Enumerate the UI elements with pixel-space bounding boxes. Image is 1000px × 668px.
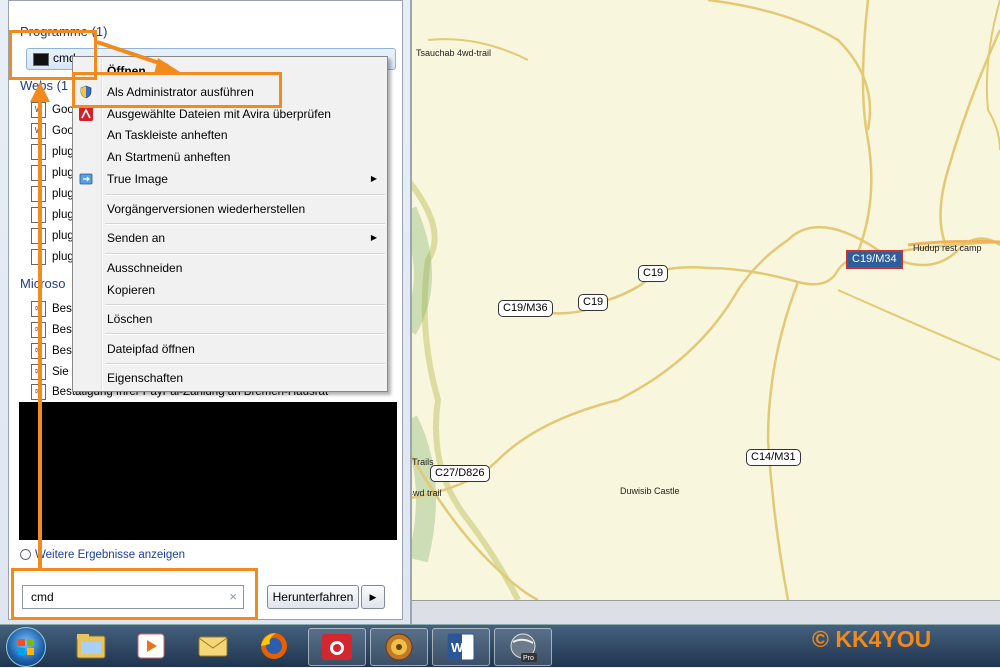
place-hudup-rest-camp: Hudup rest camp [913, 243, 982, 253]
annotation-arrows [30, 40, 180, 570]
road-label-c14-m31: C14/M31 [746, 449, 801, 466]
media-player-icon [137, 633, 165, 659]
pro-badge: Pro [523, 655, 534, 662]
file-explorer-icon [76, 634, 106, 659]
place-4wd-trail: 4wd trail [408, 488, 442, 498]
map-status-bar [408, 600, 1000, 625]
submenu-arrow-icon: ▶ [370, 233, 377, 242]
road-label-c19-m36: C19/M36 [498, 300, 553, 317]
shutdown-options-button[interactable]: ▶ [361, 585, 385, 609]
camera-app-icon [322, 634, 352, 660]
firefox-icon [261, 633, 287, 659]
road-label-c19-m34: C19/M34 [846, 250, 903, 269]
map-roads [408, 0, 1000, 600]
submenu-arrow-icon: ▶ [370, 174, 377, 183]
taskbar-firefox-button[interactable] [246, 628, 302, 664]
road-label-c19: C19 [638, 265, 669, 282]
watermark: © KK4YOU [812, 626, 932, 652]
place-trails: Trails [412, 457, 434, 467]
place-duwisib-castle: Duwisib Castle [620, 486, 680, 496]
taskbar-mail-button[interactable] [185, 628, 241, 664]
map-view[interactable]: C19/M34 C19 C19/M36 C19 C27/D826 C14/M31… [408, 0, 1000, 600]
road-label-c27-d826: C27/D826 [430, 465, 490, 482]
mail-icon [198, 636, 228, 657]
word-icon: W [447, 633, 475, 661]
place-tsauchab: Tsauchab 4wd-trail [416, 48, 492, 58]
road-label-c19-2: C19 [578, 294, 609, 311]
start-button[interactable] [6, 627, 46, 667]
google-earth-pro-icon: Pro [510, 633, 537, 662]
taskbar-compass-app-button[interactable] [370, 628, 428, 666]
word-letter: W [451, 640, 464, 655]
compass-app-icon [385, 633, 413, 661]
taskbar-camera-app-button[interactable] [308, 628, 366, 666]
taskbar-explorer-button[interactable] [63, 628, 119, 664]
taskbar-google-earth-button[interactable]: Pro [494, 628, 552, 666]
taskbar-word-button[interactable]: W [432, 628, 490, 666]
windows-logo-icon [18, 639, 34, 655]
taskbar-media-player-button[interactable] [123, 628, 179, 664]
